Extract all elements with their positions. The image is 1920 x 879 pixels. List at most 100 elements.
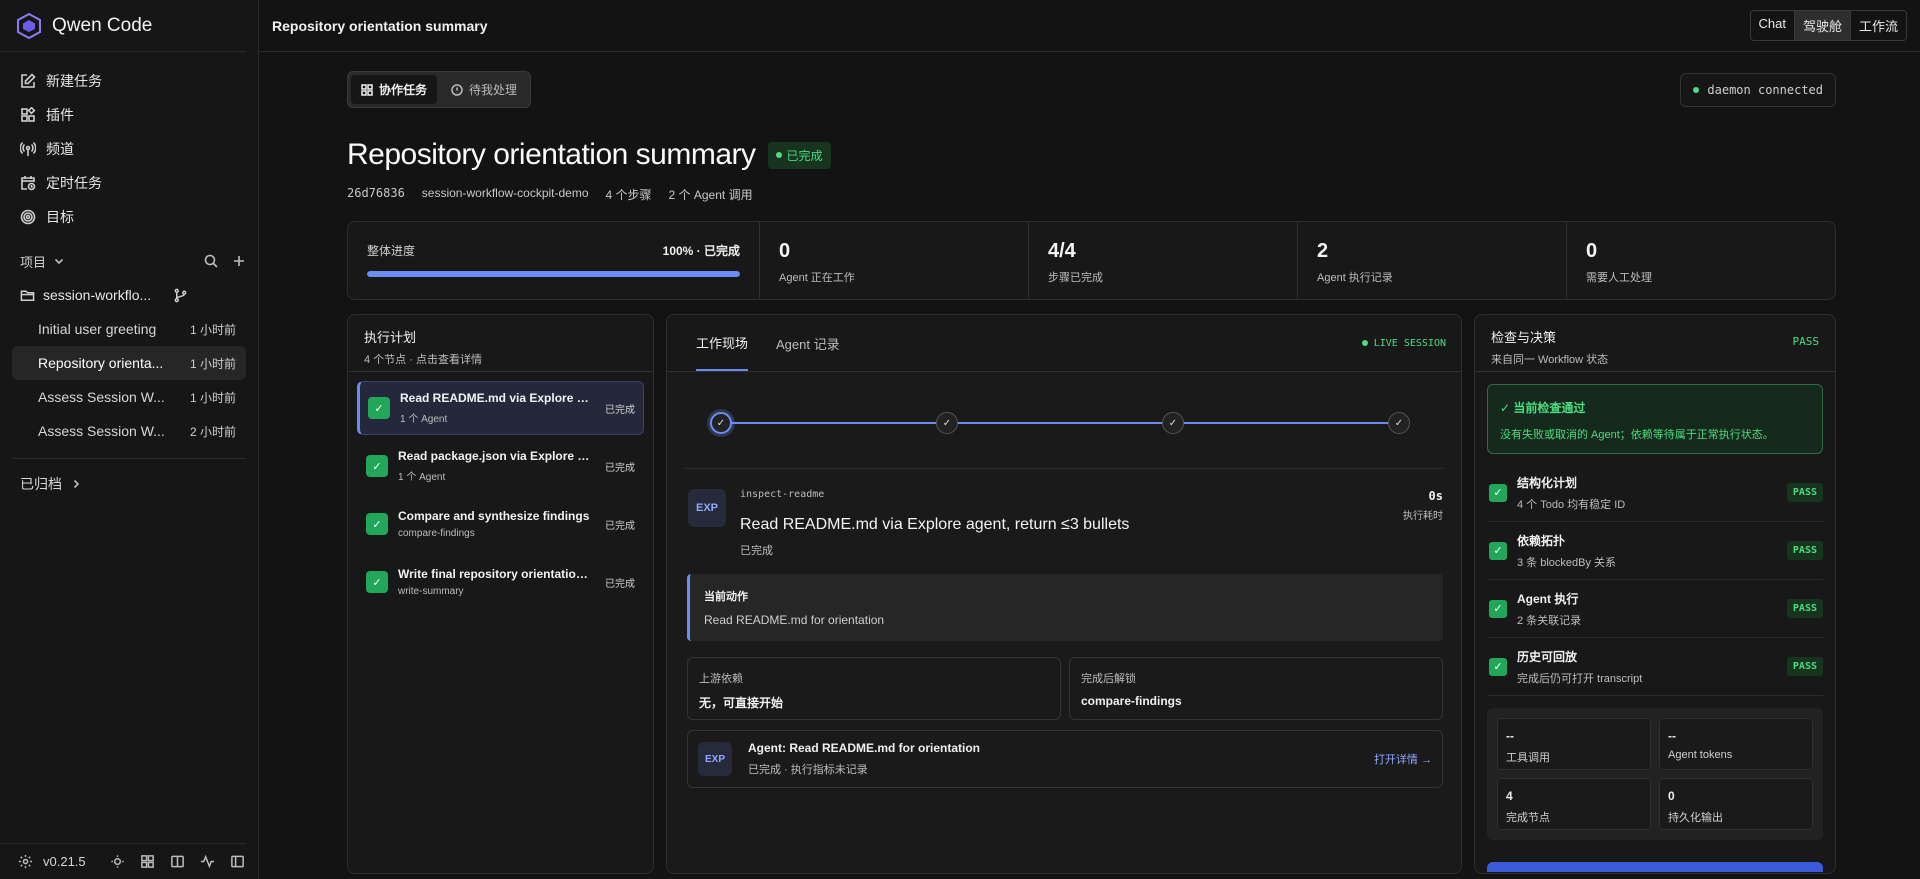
plan-item-sub: 1 个 Agent [398,472,446,483]
folder-icon [20,290,35,301]
metric-agent-tokens: -- Agent tokens [1659,718,1813,770]
live-session-indicator: LIVE SESSION [1361,337,1446,349]
timeline-node[interactable]: ✓ [710,412,732,434]
brand[interactable]: Qwen Code [0,0,246,52]
dashboard-icon [361,83,373,96]
archived-toggle[interactable]: 已归档 [0,469,258,499]
edit-icon [21,73,36,88]
plan-item-status: 已完成 [605,462,635,474]
search-icon[interactable] [204,254,218,268]
status-badge: 已完成 [767,141,831,169]
task-meta: 26d76836 session-workflow-cockpit-demo 4… [347,186,1836,203]
panel-subtitle: 4 个节点 · 点击查看详情 [364,354,482,366]
plan-item-status: 已完成 [605,578,635,590]
mode-chat[interactable]: Chat [1751,11,1794,40]
timeline-node[interactable]: ✓ [936,412,958,434]
sidebar-toggle-icon[interactable] [230,854,245,869]
stat-steps-done: 4/4 步骤已完成 [1029,222,1298,299]
timeline-node[interactable]: ✓ [1388,412,1410,434]
stat-manual-needed: 0 需要人工处理 [1567,222,1835,299]
sidebar-item-goals[interactable]: 目标 [12,200,246,234]
metric-completed-nodes: 4 完成节点 [1497,778,1651,830]
grid-icon[interactable] [140,854,155,869]
metric-label: 持久化输出 [1668,812,1723,824]
stat-agents-working: 0 Agent 正在工作 [760,222,1029,299]
review-status: PASS [1792,335,1820,348]
check-item: ✓ Agent 执行 2 条关联记录 PASS [1487,580,1823,638]
plan-item[interactable]: ✓ Write final repository orientation sum… [357,555,644,609]
tab-agent-records[interactable]: Agent 记录 [776,315,840,371]
review-panel: 检查与决策 来自同一 Workflow 状态 PASS ✓ 当前检查通过 没有失… [1474,314,1836,874]
agent-call-count: 2 个 Agent 调用 [668,188,753,202]
mode-workflow[interactable]: 工作流 [1849,11,1906,40]
plan-item-status: 已完成 [605,520,635,532]
metric-value: 4 [1506,789,1513,803]
open-details-link[interactable]: 打开详情 → [1374,751,1432,767]
status-dot-icon [1361,340,1368,346]
split-view-icon[interactable] [170,854,185,869]
check-sub: 2 条关联记录 [1517,614,1582,627]
sidebar: Qwen Code 新建任务 插件 频道 定时任务 目标 项目 session-… [0,0,259,879]
status-dot-icon [775,152,782,158]
sidebar-item-new-task[interactable]: 新建任务 [12,64,246,98]
sidebar-item-channels[interactable]: 频道 [12,132,246,166]
tab-live-workspace[interactable]: 工作现场 [696,315,749,371]
projects-toggle[interactable]: 项目 [20,252,66,271]
check-sub: 4 个 Todo 均有稳定 ID [1517,498,1626,511]
session-item[interactable]: Assess Session W... 2 小时前 [12,414,246,448]
version-label: v0.21.5 [43,854,86,869]
session-item[interactable]: Initial user greeting 1 小时前 [12,312,246,346]
daemon-status-text: daemon connected [1707,82,1823,97]
settings-gear-icon[interactable] [18,854,33,869]
plan-item[interactable]: ✓ Compare and synthesize findings compar… [357,497,644,551]
sun-icon[interactable] [110,854,125,869]
panel-title: 检查与决策 [1491,330,1557,345]
git-branch-icon[interactable] [173,288,188,303]
activity-icon[interactable] [200,854,215,869]
check-item: ✓ 历史可回放 完成后仍可打开 transcript PASS [1487,638,1823,696]
plan-item[interactable]: ✓ Read package.json via Explore agent 1 … [357,439,644,493]
mode-cockpit[interactable]: 驾驶舱 [1793,11,1850,40]
pass-badge: PASS [1786,483,1823,502]
dep-label: 上游依赖 [699,673,743,685]
session-title: Initial user greeting [38,321,157,337]
agent-type-badge: EXP [698,742,732,776]
progress-bar-fill [367,271,740,277]
timeline-node[interactable]: ✓ [1162,412,1184,434]
plan-item-active[interactable]: ✓ Read README.md via Explore agent, retu… [357,381,644,435]
stat-label: 需要人工处理 [1586,272,1652,284]
unlocks-after: 完成后解锁 compare-findings [1069,657,1443,720]
sidebar-item-label: 定时任务 [46,175,102,191]
plan-item-title: Read package.json via Explore agent [398,449,595,463]
plan-item-title: Read README.md via Explore agent, return… [400,391,595,405]
tab-pending[interactable]: 待我处理 [441,75,527,104]
step-duration: 0s [1428,489,1443,503]
sidebar-item-scheduled[interactable]: 定时任务 [12,166,246,200]
plan-item-title: Compare and synthesize findings [398,509,590,523]
live-session-label: LIVE SESSION [1373,337,1446,349]
target-icon [20,209,36,225]
stat-label: 步骤已完成 [1048,272,1103,284]
sidebar-footer: v0.21.5 [0,843,246,879]
stat-label: Agent 执行记录 [1317,272,1393,284]
step-detail: EXP inspect-readme 0s 执行耗时 Read README.m… [688,489,1443,558]
agent-record-title: Agent: Read README.md for orientation [748,741,981,755]
step-timeline: ✓ ✓ ✓ ✓ [685,372,1443,469]
plan-list: ✓ Read README.md via Explore agent, retu… [348,372,653,622]
session-item-active[interactable]: Repository orienta... 1 小时前 [12,346,246,380]
stat-agent-records: 2 Agent 执行记录 [1298,222,1567,299]
tab-collab-tasks[interactable]: 协作任务 [351,75,438,104]
session-time: 1 小时前 [189,322,236,337]
progress-bar [367,271,740,277]
sidebar-item-plugins[interactable]: 插件 [12,98,246,132]
pass-badge: PASS [1786,599,1823,618]
session-item[interactable]: Assess Session W... 1 小时前 [12,380,246,414]
plus-icon[interactable] [232,254,246,268]
project-item[interactable]: session-workflo... [0,278,258,312]
plan-item-status: 已完成 [605,404,635,416]
plugin-icon [21,107,36,122]
primary-action-button[interactable] [1487,862,1823,872]
cockpit-content: 协作任务 待我处理 daemon connected Repository or… [347,52,1836,874]
panel-title: 执行计划 [364,330,417,345]
check-passed-box: ✓ 当前检查通过 没有失败或取消的 Agent；依赖等待属于正常执行状态。 [1487,384,1823,454]
